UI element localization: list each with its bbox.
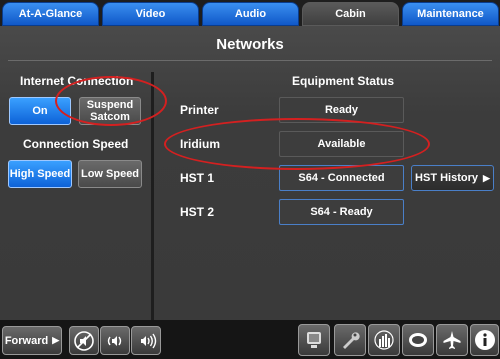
window-icon [409, 333, 427, 347]
mute-button[interactable] [69, 326, 99, 355]
tab-maintenance[interactable]: Maintenance [402, 2, 499, 26]
airplane-icon [443, 331, 461, 349]
high-speed-button[interactable]: High Speed [8, 160, 72, 188]
flight-info-button[interactable] [436, 324, 468, 356]
hst1-label: HST 1 [180, 171, 215, 185]
hst1-status[interactable]: S64 - Connected [279, 165, 404, 191]
forward-label: Forward [4, 334, 49, 347]
lighting-button[interactable] [368, 324, 400, 356]
display-button[interactable] [298, 324, 330, 356]
hst2-status[interactable]: S64 - Ready [279, 199, 404, 225]
tab-at-a-glance[interactable]: At-A-Glance [2, 2, 99, 26]
info-icon [474, 330, 495, 350]
mute-icon [74, 330, 94, 351]
title-divider [8, 60, 492, 61]
bottom-toolbar: Forward ▶ [0, 320, 500, 359]
tab-cabin[interactable]: Cabin [302, 2, 399, 26]
maintenance-tools-button[interactable] [334, 324, 366, 356]
tab-video[interactable]: Video [102, 2, 199, 26]
wrench-icon [343, 332, 360, 349]
volume-up-icon [141, 333, 157, 348]
chevron-right-icon: ▶ [483, 173, 490, 183]
info-button[interactable] [470, 324, 499, 356]
suspend-satcom-label-line1: Suspend [86, 99, 134, 111]
cabin-networks-screen: At-A-Glance Video Audio Cabin Maintenanc… [0, 0, 500, 359]
volume-down-icon [107, 335, 122, 346]
volume-down-button[interactable] [100, 326, 130, 355]
page-title: Networks [216, 36, 284, 53]
tab-bar: At-A-Glance Video Audio Cabin Maintenanc… [0, 0, 500, 26]
suspend-satcom-button[interactable]: Suspend Satcom [79, 97, 141, 125]
window-shade-button[interactable] [402, 324, 434, 356]
printer-label: Printer [180, 103, 219, 117]
internet-connection-heading: Internet Connection [20, 74, 134, 88]
column-divider [151, 72, 154, 320]
hst-history-button[interactable]: HST History ▶ [411, 165, 494, 191]
monitor-icon [307, 332, 321, 348]
tab-audio[interactable]: Audio [202, 2, 299, 26]
iridium-label: Iridium [180, 137, 221, 151]
suspend-satcom-label-line2: Satcom [90, 111, 130, 123]
printer-status: Ready [279, 97, 404, 123]
light-bars-icon [374, 330, 394, 350]
connection-speed-heading: Connection Speed [23, 137, 129, 151]
hst-history-label: HST History [415, 172, 479, 184]
volume-up-button[interactable] [131, 326, 161, 355]
low-speed-button[interactable]: Low Speed [78, 160, 142, 188]
forward-button[interactable]: Forward ▶ [2, 326, 62, 355]
internet-on-button[interactable]: On [9, 97, 71, 125]
chevron-right-icon: ▶ [52, 335, 60, 345]
hst2-label: HST 2 [180, 205, 215, 219]
iridium-status: Available [279, 131, 404, 157]
main-panel: Networks Internet Connection On Suspend … [0, 26, 500, 320]
equipment-status-heading: Equipment Status [292, 74, 395, 88]
